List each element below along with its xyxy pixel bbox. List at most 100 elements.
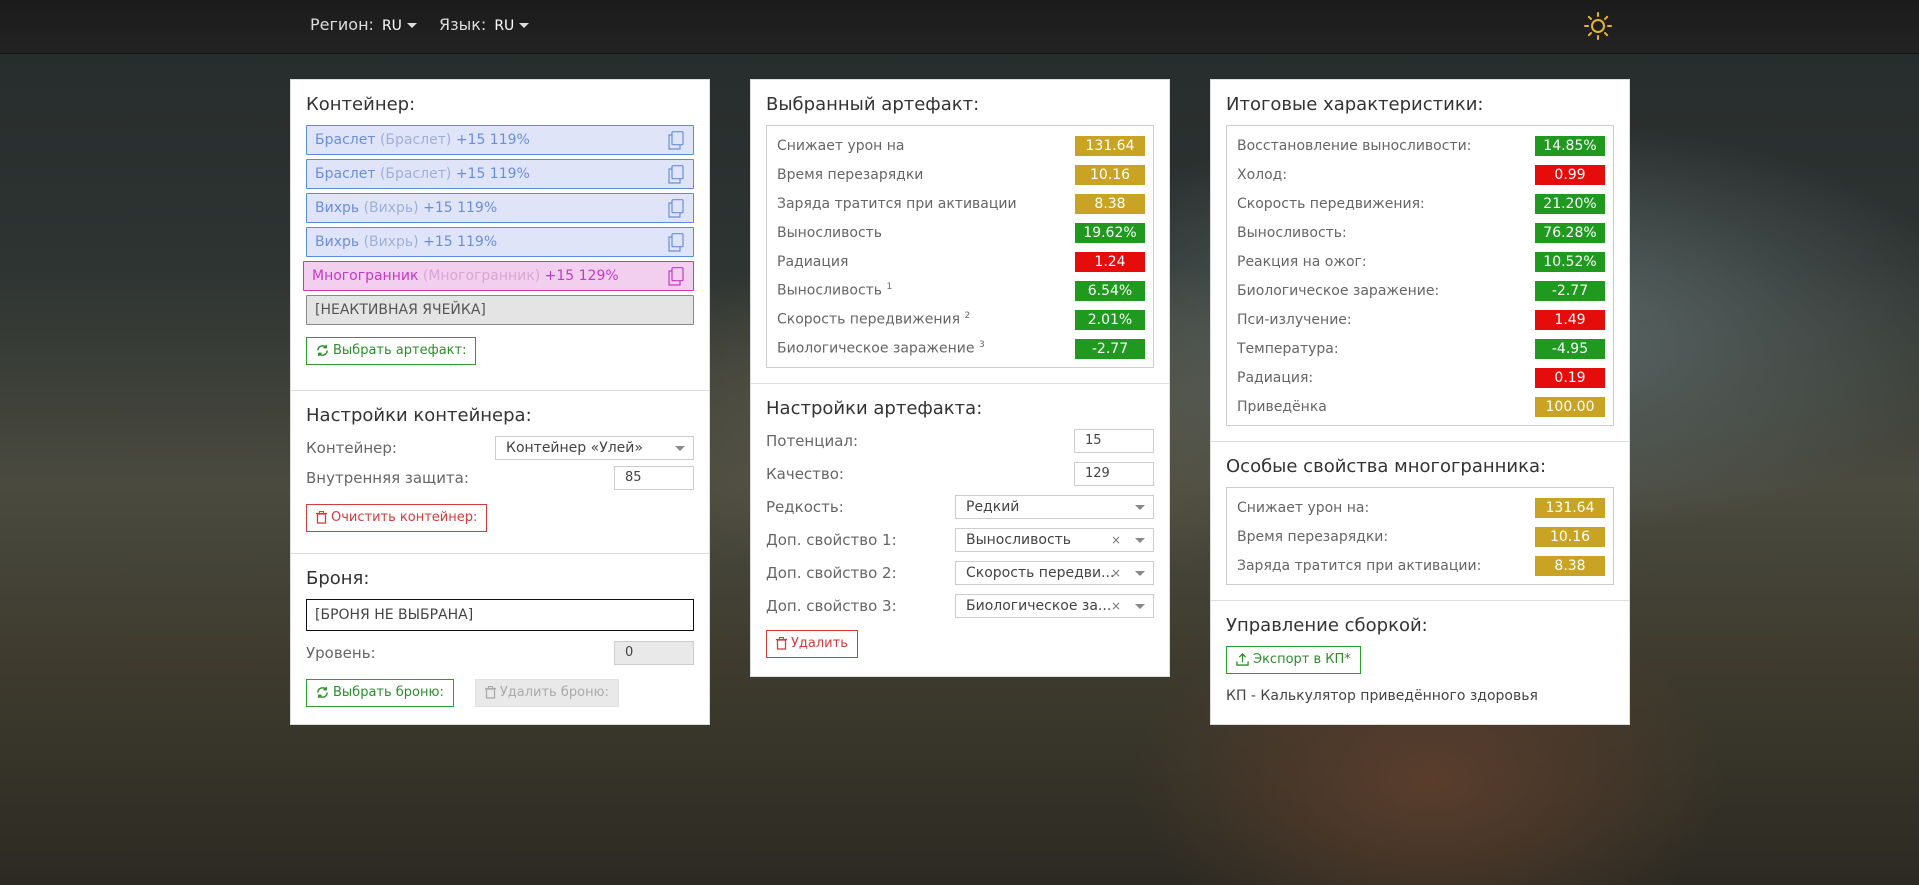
stat-label-text: Время перезарядки	[777, 166, 924, 183]
chevron-down-icon	[1135, 538, 1145, 543]
polyhedron-stats-box: Снижает урон на: 131.64 Время перезарядки:…	[1226, 487, 1614, 585]
region-label: Регион:	[310, 15, 374, 34]
clear-container-label: Очистить контейнер:	[331, 510, 478, 525]
stat-value-badge: 8.38	[1535, 555, 1605, 576]
delete-artifact-button[interactable]: Удалить	[766, 630, 858, 658]
slot-type: (Вихрь)	[363, 200, 419, 216]
selected-artifact-title: Выбранный артефакт:	[766, 94, 980, 115]
delete-armor-label: Удалить броню:	[499, 685, 609, 700]
extra2-select[interactable]: Скорость передви... ×	[955, 561, 1154, 585]
trash-icon	[776, 637, 787, 650]
stat-value-badge: -4.95	[1535, 338, 1605, 359]
stat-label-text: Пси-излучение:	[1237, 311, 1352, 328]
stat-label: Холод:	[1237, 167, 1287, 183]
build-note: КП - Калькулятор приведённого здоровья	[1226, 688, 1538, 704]
stat-label-text: Радиация:	[1237, 369, 1314, 386]
select-armor-label: Выбрать броню:	[333, 685, 444, 700]
stat-label: Выносливость:	[1237, 225, 1347, 241]
extra3-label: Доп. свойство 3:	[766, 597, 897, 615]
stat-label: Радиация	[777, 254, 848, 270]
build-section: Управление сборкой: Экспорт в КП* КП - К…	[1211, 600, 1629, 716]
artifact-slot[interactable]: Браслет (Браслет) +15 119%	[306, 159, 694, 189]
select-armor-button[interactable]: Выбрать броню:	[306, 679, 454, 707]
armor-field[interactable]: [БРОНЯ НЕ ВЫБРАНА]	[306, 599, 694, 631]
stat-value-badge: 10.16	[1075, 164, 1145, 185]
stat-label-text: Выносливость:	[1237, 224, 1347, 241]
stat-value-badge: 76.28%	[1535, 222, 1605, 243]
stat-label: Приведёнка	[1237, 399, 1327, 415]
stat-label-text: Заряда тратится при активации:	[1237, 557, 1482, 574]
container-panel: Контейнер: Браслет (Браслет) +15 119% Бра…	[290, 79, 710, 725]
delete-armor-button: Удалить броню:	[474, 679, 619, 707]
artifact-slot[interactable]: Вихрь (Вихрь) +15 119%	[306, 193, 694, 223]
stat-value-badge: 6.54%	[1075, 280, 1145, 301]
refresh-icon	[317, 686, 328, 699]
stat-row: Холод: 0.99	[1237, 160, 1605, 189]
copy-icon[interactable]	[668, 165, 684, 184]
quality-label: Качество:	[766, 465, 844, 483]
region-value: RU	[381, 18, 402, 34]
stat-label: Выносливость	[777, 225, 882, 241]
slot-type: (Вихрь)	[363, 234, 419, 250]
stat-label-text: Реакция на ожог:	[1237, 253, 1367, 270]
clear-icon[interactable]: ×	[1111, 562, 1121, 584]
sun-icon[interactable]	[1584, 12, 1612, 40]
language-select[interactable]: Язык: RU	[439, 15, 530, 34]
clear-container-button[interactable]: Очистить контейнер:	[306, 504, 488, 532]
stat-value-badge: -2.77	[1075, 338, 1145, 359]
select-artifact-button[interactable]: Выбрать артефакт:	[306, 337, 477, 365]
copy-icon[interactable]	[668, 267, 684, 286]
slot-bonus: +15 129%	[544, 268, 619, 284]
totals-section: Итоговые характеристики: Восстановление …	[1211, 80, 1629, 441]
trash-icon	[316, 511, 327, 524]
artifact-slot[interactable]: Вихрь (Вихрь) +15 119%	[306, 227, 694, 257]
region-select[interactable]: Регион: RU	[310, 15, 417, 34]
artifact-settings-section: Настройки артефакта: Потенциал: 15 Качес…	[751, 383, 1169, 670]
protection-input[interactable]: 85	[614, 466, 694, 490]
stat-label: Снижает урон на:	[1237, 500, 1369, 516]
export-button[interactable]: Экспорт в КП*	[1226, 646, 1361, 674]
stat-value-badge: 19.62%	[1075, 222, 1145, 243]
copy-icon[interactable]	[668, 233, 684, 252]
extra3-select[interactable]: Биологическое за... ×	[955, 594, 1154, 618]
stat-label: Выносливость 1	[777, 282, 892, 299]
stat-value-badge: 2.01%	[1075, 309, 1145, 330]
chevron-down-icon	[675, 446, 685, 451]
artifact-stats-box: Снижает урон на 131.64 Время перезарядки 10…	[766, 125, 1154, 368]
artifact-slot[interactable]: Браслет (Браслет) +15 119%	[306, 125, 694, 155]
artifact-slot[interactable]: Многогранник (Многогранник) +15 129%	[303, 261, 694, 291]
quality-input[interactable]: 129	[1074, 462, 1154, 486]
extra1-select[interactable]: Выносливость ×	[955, 528, 1154, 552]
chevron-down-icon	[1135, 604, 1145, 609]
container-settings-section: Настройки контейнера: Контейнер: Контейн…	[291, 390, 709, 553]
stat-value-badge: 131.64	[1535, 497, 1605, 518]
rarity-select[interactable]: Редкий	[955, 495, 1154, 519]
slot-name: Браслет	[315, 132, 376, 148]
slot-type: (Браслет)	[379, 166, 452, 182]
language-label: Язык:	[439, 15, 487, 34]
stat-label: Радиация:	[1237, 370, 1313, 386]
stat-row: Пси-излучение: 1.49	[1237, 305, 1605, 334]
armor-section: Броня: [БРОНЯ НЕ ВЫБРАНА] Уровень: 0 Выб…	[291, 553, 709, 719]
rarity-label: Редкость:	[766, 498, 844, 516]
trash-icon	[484, 686, 496, 699]
stat-label-text: Выносливость	[777, 282, 883, 299]
stat-label: Восстановление выносливости:	[1237, 138, 1471, 154]
artifact-panel: Выбранный артефакт: Снижает урон на 131.6…	[750, 79, 1170, 677]
rarity-select-value: Редкий	[966, 499, 1020, 515]
slot-bonus: +15 119%	[423, 234, 498, 250]
stat-value-badge: 14.85%	[1535, 135, 1605, 156]
stat-label: Заряда тратится при активации:	[1237, 558, 1481, 574]
stat-label-text: Снижает урон на	[777, 137, 905, 154]
level-input: 0	[614, 641, 694, 665]
clear-icon[interactable]: ×	[1111, 595, 1121, 617]
extra2-label: Доп. свойство 2:	[766, 564, 897, 582]
copy-icon[interactable]	[668, 199, 684, 218]
stat-row: Время перезарядки 10.16	[777, 160, 1145, 189]
clear-icon[interactable]: ×	[1111, 529, 1121, 551]
copy-icon[interactable]	[668, 131, 684, 150]
container-section: Контейнер: Браслет (Браслет) +15 119% Бра…	[291, 80, 709, 390]
potential-input[interactable]: 15	[1074, 429, 1154, 453]
container-select[interactable]: Контейнер «Улей»	[495, 436, 694, 460]
stat-label: Время перезарядки	[777, 167, 923, 183]
